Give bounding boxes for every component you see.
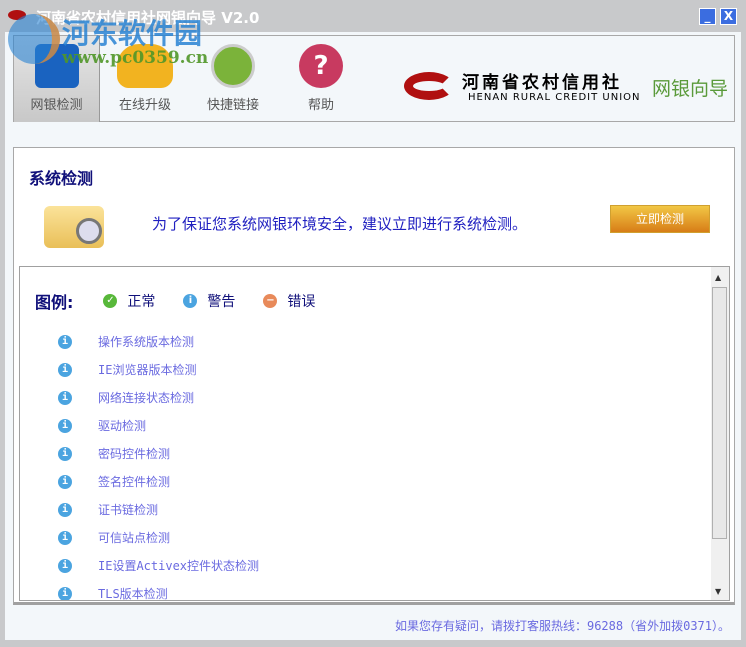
watermark-logo-icon (8, 14, 60, 64)
link-icon (211, 44, 255, 88)
intro-text: 为了保证您系统网银环境安全，建议立即进行系统检测。 (152, 215, 528, 233)
info-icon: i (183, 294, 198, 308)
info-icon: i (58, 530, 72, 545)
check-item: i TLS版本检测 (58, 585, 168, 601)
check-item-label: 证书链检测 (98, 503, 159, 517)
check-item-label: TLS版本检测 (98, 587, 168, 601)
system-check-panel: 系统检测 为了保证您系统网银环境安全，建议立即进行系统检测。 立即检测 图例: … (13, 147, 735, 605)
legend-warning: 警告 (207, 294, 236, 310)
legend-title: 图例: (35, 293, 74, 312)
check-item-label: 网络连接状态检测 (98, 391, 195, 405)
info-icon: i (58, 390, 72, 405)
check-item: i 操作系统版本检测 (58, 333, 194, 350)
check-item-label: 密码控件检测 (98, 447, 171, 461)
check-item: i 可信站点检测 (58, 529, 170, 546)
legend-normal: 正常 (127, 294, 156, 310)
check-item: i 驱动检测 (58, 417, 146, 434)
brand-en: HENAN RURAL CREDIT UNION (468, 92, 641, 103)
close-button[interactable]: X (720, 8, 737, 25)
info-icon: i (58, 502, 72, 517)
check-item-label: 操作系统版本检测 (98, 335, 195, 349)
info-icon: i (58, 558, 72, 573)
minimize-button[interactable]: _ (699, 8, 716, 25)
legend-error: 错误 (287, 294, 316, 310)
rcu-logo-icon (404, 72, 454, 100)
tool-label: 帮助 (307, 98, 334, 113)
check-item: i 网络连接状态检测 (58, 389, 194, 406)
scroll-up-icon[interactable]: ▲ (715, 273, 721, 282)
brand-subtitle: 网银向导 (652, 78, 729, 100)
scrollbar[interactable]: ▲ ▼ (711, 267, 729, 600)
check-now-button[interactable]: 立即检测 (610, 205, 710, 233)
check-item-label: 驱动检测 (98, 419, 147, 433)
check-item: i 密码控件检测 (58, 445, 170, 462)
info-icon: i (58, 446, 72, 461)
check-item-label: 可信站点检测 (98, 531, 171, 545)
info-icon: i (58, 362, 72, 377)
legend: 图例: ✓ 正常 i 警告 − 错误 (35, 289, 343, 313)
check-item-label: 签名控件检测 (98, 475, 171, 489)
tool-label: 快捷链接 (206, 98, 259, 113)
tool-label: 在线升级 (118, 98, 171, 113)
check-icon: ✓ (103, 294, 118, 308)
scroll-down-icon[interactable]: ▼ (715, 587, 721, 596)
check-item-label: IE设置Activex控件状态检测 (98, 559, 260, 573)
check-item: i IE浏览器版本检测 (58, 361, 196, 378)
tool-help[interactable]: ? 帮助 (278, 36, 364, 122)
check-item: i IE设置Activex控件状态检测 (58, 557, 259, 574)
info-icon: i (58, 474, 72, 489)
watermark-url: www.pc0359.cn (62, 48, 209, 68)
info-icon: i (58, 418, 72, 433)
help-icon: ? (299, 44, 343, 88)
section-title: 系统检测 (29, 169, 94, 188)
check-item-label: IE浏览器版本检测 (98, 363, 197, 377)
brand-cn: 河南省农村信用社 (462, 73, 622, 93)
scroll-thumb[interactable] (712, 287, 727, 539)
info-icon: i (58, 334, 72, 349)
minus-icon: − (263, 294, 278, 308)
info-icon: i (58, 586, 72, 600)
check-list: 图例: ✓ 正常 i 警告 − 错误 i 操作系统版本检测 i IE浏览器版本检测 i 网络连接… (19, 266, 730, 601)
magnifier-icon (76, 218, 102, 244)
hotline-text: 如果您存有疑问，请拨打客服热线：96288（省外加拨0371）。 (394, 619, 730, 633)
watermark-name: 河东软件园 (62, 17, 203, 50)
check-item: i 证书链检测 (58, 501, 158, 518)
tool-label: 网银检测 (30, 98, 83, 113)
check-item: i 签名控件检测 (58, 473, 170, 490)
